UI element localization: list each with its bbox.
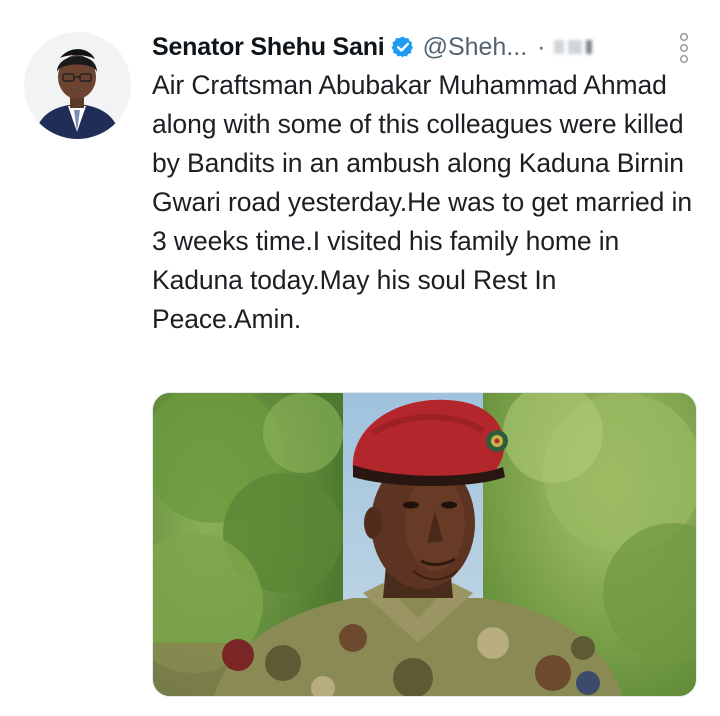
tweet-header: Senator Shehu Sani @Sheh... · [152,28,696,66]
verified-badge-icon [391,35,415,59]
avatar-portrait-icon [24,32,131,139]
separator-dot: · [537,32,546,61]
author-handle[interactable]: @Sheh... [423,33,528,62]
author-avatar[interactable] [24,32,131,139]
tweet-media-photo[interactable] [152,392,697,697]
soldier-photo-image [153,393,696,696]
tweet-card[interactable]: Senator Shehu Sani @Sheh... · Air Crafts… [0,0,720,716]
more-vertical-icon[interactable] [678,32,690,64]
tweet-text: Air Craftsman Abubakar Muhammad Ahmad al… [152,70,692,334]
author-display-name[interactable]: Senator Shehu Sani [152,33,385,62]
timestamp-blurred[interactable] [553,36,598,58]
